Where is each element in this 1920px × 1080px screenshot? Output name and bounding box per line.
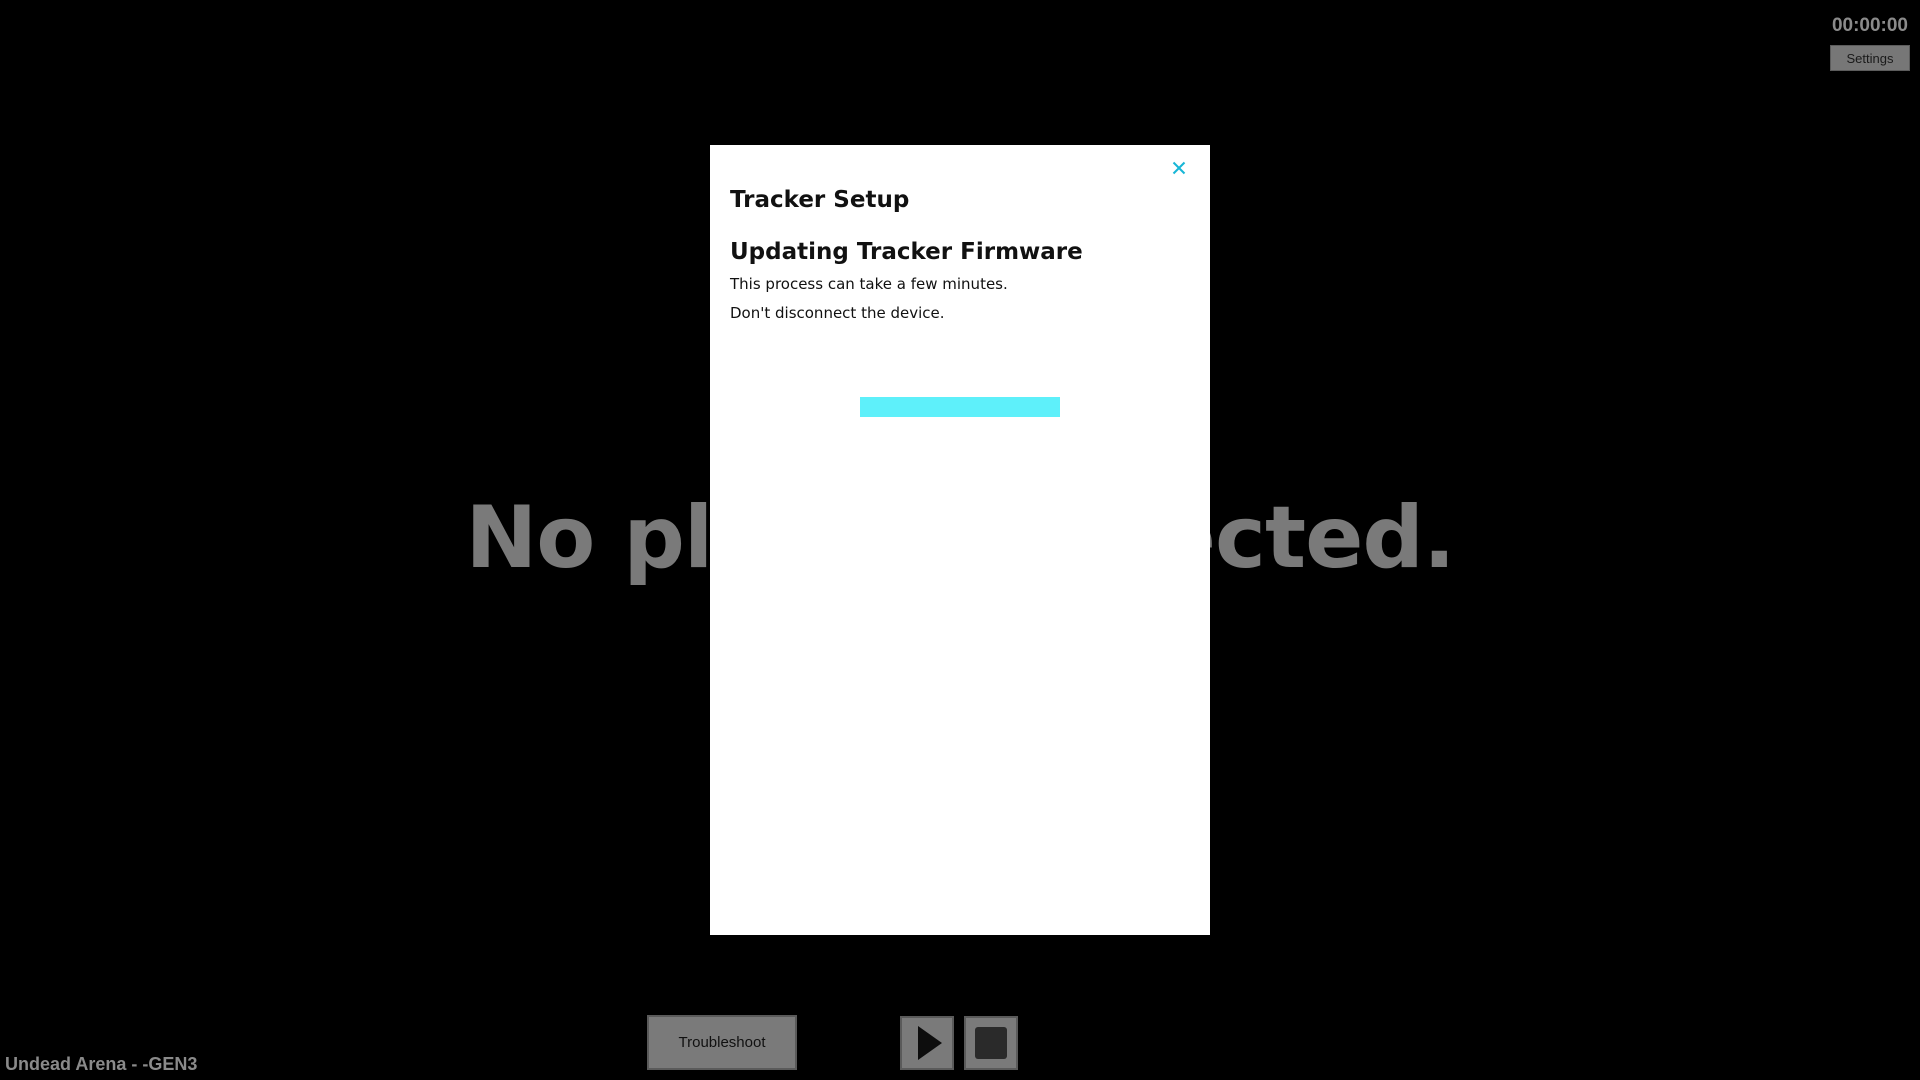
dialog-info-text: This process can take a few minutes.	[730, 275, 1008, 293]
stop-button[interactable]	[964, 1016, 1018, 1070]
firmware-progress-bar	[860, 397, 1060, 417]
close-icon	[1172, 161, 1186, 175]
tracker-setup-dialog: Tracker Setup Updating Tracker Firmware …	[710, 145, 1210, 935]
stop-icon	[975, 1027, 1007, 1059]
dialog-title: Tracker Setup	[730, 187, 910, 213]
settings-button[interactable]: Settings	[1830, 45, 1910, 71]
dialog-warning-text: Don't disconnect the device.	[730, 304, 945, 322]
play-button[interactable]	[900, 1016, 954, 1070]
app-window: 00:00:00 Settings No players detected. U…	[0, 0, 1920, 1080]
dialog-heading: Updating Tracker Firmware	[730, 239, 1083, 265]
troubleshoot-button[interactable]: Troubleshoot	[647, 1015, 797, 1070]
play-icon	[917, 1026, 942, 1060]
session-timer: 00:00:00	[1831, 15, 1908, 36]
game-title-label: Undead Arena - -GEN3	[5, 1054, 198, 1074]
firmware-progress-fill	[860, 397, 1060, 417]
close-button[interactable]	[1164, 153, 1194, 183]
